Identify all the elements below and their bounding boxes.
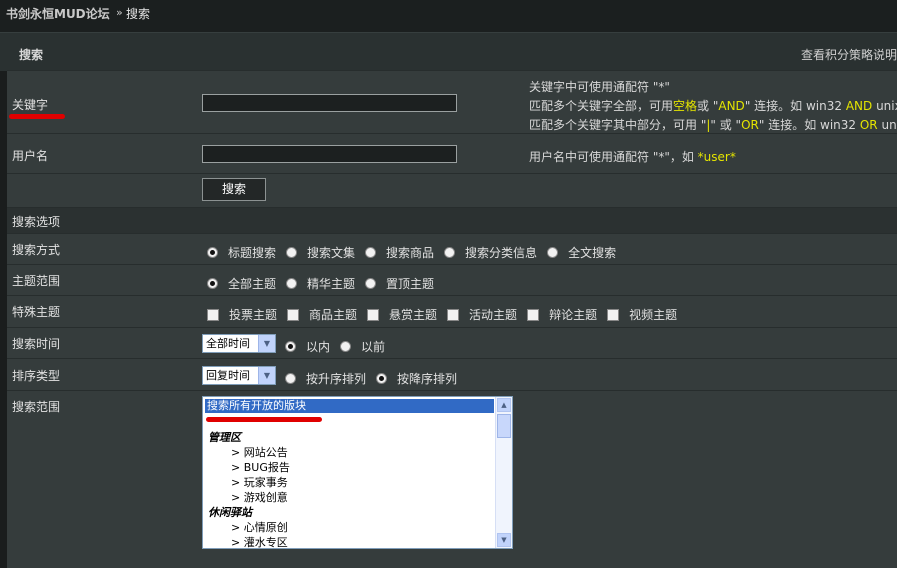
radio-icon[interactable] [365, 247, 377, 258]
keyword-input[interactable] [202, 94, 457, 112]
radio-icon[interactable] [444, 247, 456, 258]
search-mode-fulltext[interactable]: 全文搜索 [547, 244, 616, 261]
search-mode-row: 搜索方式 标题搜索 搜索文集 搜索商品 搜索分类信息 全文搜索 [7, 233, 897, 265]
keyword-hint-line1: 关键字中可使用通配符 "*" [529, 80, 670, 94]
radio-selected-icon[interactable] [207, 278, 218, 289]
sort-descending[interactable]: 按降序排列 [376, 370, 457, 387]
special-topic-goods[interactable]: 商品主题 [287, 306, 357, 323]
checkbox-icon[interactable] [527, 308, 540, 321]
search-time-label: 搜索时间 [12, 337, 61, 351]
listbox-scrollbar[interactable]: ▲ ▼ [495, 397, 512, 548]
topic-scope-label: 主题范围 [12, 274, 61, 288]
credits-policy-link[interactable]: 查看积分策略说明 [801, 46, 897, 63]
search-button[interactable]: 搜索 [202, 178, 266, 201]
search-mode-options: 标题搜索 搜索文集 搜索商品 搜索分类信息 全文搜索 [207, 244, 626, 261]
special-topic-reward[interactable]: 悬赏主题 [367, 306, 437, 323]
search-time-options: 以内 以前 [285, 338, 395, 355]
username-hint: 用户名中可使用通配符 "*"，如 *user* [529, 150, 736, 164]
radio-icon[interactable] [340, 341, 352, 352]
sort-type-options: 按升序排列 按降序排列 [285, 370, 467, 387]
sort-type-label: 排序类型 [12, 369, 61, 383]
red-annotation-stroke [206, 417, 322, 422]
keyword-label: 关键字 [12, 98, 49, 112]
special-topic-activity[interactable]: 活动主题 [447, 306, 517, 323]
username-label: 用户名 [12, 149, 49, 163]
scrollbar-thumb[interactable] [497, 414, 511, 438]
sort-type-row: 排序类型 回复时间 ▼ 按升序排列 按降序排列 [7, 358, 897, 391]
search-time-within[interactable]: 以内 [285, 338, 330, 355]
search-range-label: 搜索范围 [12, 400, 61, 414]
special-topic-poll[interactable]: 投票主题 [207, 306, 277, 323]
options-header: 搜索选项 [7, 207, 897, 234]
list-item[interactable]: > BUG报告 [231, 459, 290, 475]
submit-row: 搜索 [7, 173, 897, 208]
search-time-select-value: 全部时间 [206, 337, 250, 350]
radio-selected-icon[interactable] [376, 373, 388, 384]
chevron-down-icon[interactable]: ▼ [258, 335, 275, 352]
breadcrumb: 书剑永恒MUD论坛 » 搜索 [0, 0, 897, 32]
checkbox-icon[interactable] [287, 308, 300, 321]
radio-icon[interactable] [286, 247, 298, 258]
topic-scope-row: 主题范围 全部主题 精华主题 置顶主题 [7, 264, 897, 296]
sort-type-select[interactable]: 回复时间 ▼ [202, 366, 276, 385]
site-title-link[interactable]: 书剑永恒MUD论坛 [6, 5, 110, 22]
page-title: 搜索 [19, 48, 44, 62]
radio-selected-icon[interactable] [207, 247, 218, 258]
topic-scope-all[interactable]: 全部主题 [207, 275, 276, 292]
panel-header: 搜索 查看积分策略说明 [0, 32, 897, 71]
radio-icon[interactable] [286, 278, 298, 289]
special-topic-debate[interactable]: 辩论主题 [527, 306, 597, 323]
list-item[interactable]: > 游戏创意 [231, 489, 288, 505]
list-item[interactable]: > 心情原创 [231, 519, 288, 535]
radio-icon[interactable] [285, 373, 296, 384]
radio-icon[interactable] [365, 278, 377, 289]
red-annotation-stroke [9, 114, 65, 119]
list-item[interactable]: > 玩家事务 [231, 474, 288, 490]
list-group-admin: 管理区 [208, 431, 241, 444]
special-topics-row: 特殊主题 投票主题 商品主题 悬赏主题 活动主题 辩论主题 视频主题 [7, 295, 897, 328]
search-mode-label: 搜索方式 [12, 243, 61, 257]
options-header-label: 搜索选项 [12, 215, 61, 229]
scroll-down-icon[interactable]: ▼ [497, 533, 511, 547]
scroll-up-icon[interactable]: ▲ [497, 398, 511, 412]
search-time-select[interactable]: 全部时间 ▼ [202, 334, 276, 353]
special-topics-options: 投票主题 商品主题 悬赏主题 活动主题 辩论主题 视频主题 [207, 306, 687, 323]
breadcrumb-separator: » [116, 6, 123, 19]
sort-ascending[interactable]: 按升序排列 [285, 370, 366, 387]
list-item-selected[interactable]: 搜索所有开放的版块 [205, 399, 494, 413]
radio-selected-icon[interactable] [285, 341, 296, 352]
chevron-down-icon[interactable]: ▼ [258, 367, 275, 384]
search-mode-title[interactable]: 标题搜索 [207, 244, 276, 261]
search-mode-goods[interactable]: 搜索商品 [365, 244, 434, 261]
username-input[interactable] [202, 145, 457, 163]
list-item[interactable]: > 网站公告 [231, 444, 288, 460]
checkbox-icon[interactable] [367, 308, 380, 321]
search-time-row: 搜索时间 全部时间 ▼ 以内 以前 [7, 327, 897, 359]
topic-scope-options: 全部主题 精华主题 置顶主题 [207, 275, 444, 292]
search-time-before[interactable]: 以前 [340, 338, 385, 355]
username-row: 用户名 用户名中可使用通配符 "*"，如 *user* [7, 133, 897, 174]
topic-scope-digest[interactable]: 精华主题 [286, 275, 355, 292]
topic-scope-sticky[interactable]: 置顶主题 [365, 275, 434, 292]
sort-type-select-value: 回复时间 [206, 369, 250, 382]
checkbox-icon[interactable] [447, 308, 460, 321]
search-mode-classified[interactable]: 搜索分类信息 [444, 244, 537, 261]
special-topics-label: 特殊主题 [12, 305, 61, 319]
checkbox-icon[interactable] [207, 308, 219, 321]
list-item[interactable]: > 灌水专区 [231, 534, 288, 548]
search-mode-collection[interactable]: 搜索文集 [286, 244, 355, 261]
list-group-leisure: 休闲驿站 [208, 506, 252, 519]
search-range-row: 搜索范围 搜索所有开放的版块 管理区 > 网站公告 > BUG报告 > 玩家事务… [7, 390, 897, 568]
keyword-hint-line2: 匹配多个关键字全部，可用空格或 "AND" 连接。如 win32 AND uni… [529, 99, 897, 113]
breadcrumb-current: 搜索 [126, 7, 151, 21]
keyword-hint-line3: 匹配多个关键字其中部分，可用 "|" 或 "OR" 连接。如 win32 OR … [529, 118, 897, 132]
checkbox-icon[interactable] [607, 308, 620, 321]
special-topic-video[interactable]: 视频主题 [607, 306, 677, 323]
radio-icon[interactable] [547, 247, 559, 258]
keyword-row: 关键字 关键字中可使用通配符 "*" 匹配多个关键字全部，可用空格或 "AND"… [7, 70, 897, 134]
